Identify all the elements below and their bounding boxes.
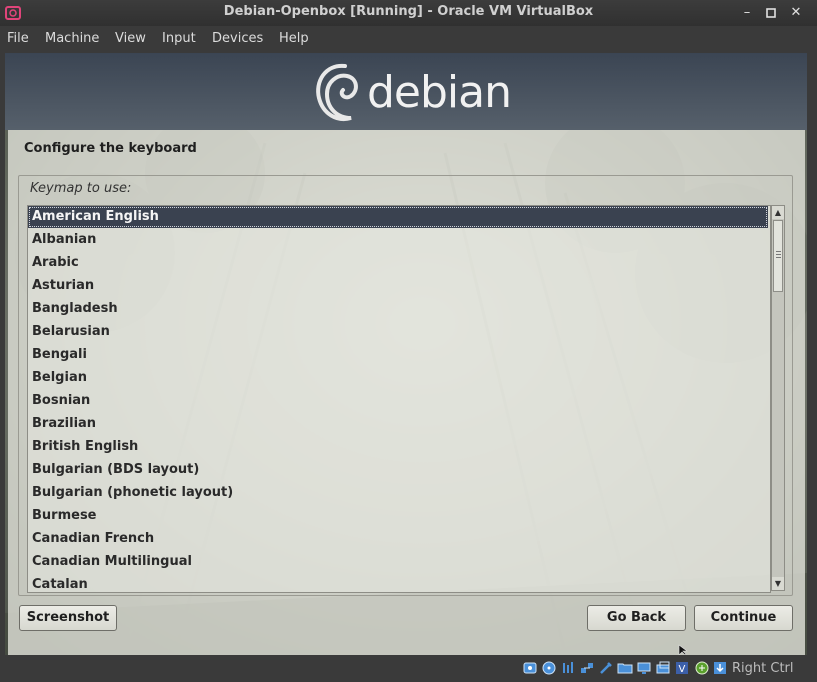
keymap-list[interactable]: American English Albanian Arabic Asturia… xyxy=(27,205,771,593)
keymap-item[interactable]: Bosnian xyxy=(28,390,768,412)
keymap-item[interactable]: Canadian French xyxy=(28,528,768,550)
usb-icon[interactable] xyxy=(598,660,614,676)
video-capture-icon[interactable] xyxy=(655,660,671,676)
audio-icon[interactable] xyxy=(560,660,576,676)
keymap-item[interactable]: Brazilian xyxy=(28,413,768,435)
keymap-item[interactable]: British English xyxy=(28,436,768,458)
optical-drive-icon[interactable] xyxy=(541,660,557,676)
menu-input[interactable]: Input xyxy=(162,31,196,46)
host-key-label: Right Ctrl xyxy=(732,661,794,676)
shared-folders-icon[interactable] xyxy=(617,660,633,676)
hard-disk-icon[interactable] xyxy=(522,660,538,676)
scrollbar-grip xyxy=(776,251,781,252)
scrollbar-thumb[interactable] xyxy=(773,220,783,292)
menu-view[interactable]: View xyxy=(115,31,146,46)
keymap-item[interactable]: Canadian Multilingual xyxy=(28,551,768,573)
menu-file[interactable]: File xyxy=(7,31,29,46)
title-bar[interactable]: Debian-Openbox [Running] - Oracle VM Vir… xyxy=(0,0,817,26)
keymap-frame: Keymap to use: American English Albanian… xyxy=(18,175,793,596)
debian-swirl-logo xyxy=(316,63,358,121)
keymap-item[interactable]: Asturian xyxy=(28,275,768,297)
keymap-item[interactable]: Catalan xyxy=(28,574,768,592)
keymap-item[interactable]: Belgian xyxy=(28,367,768,389)
menu-devices[interactable]: Devices xyxy=(212,31,263,46)
close-icon[interactable]: ✕ xyxy=(787,4,805,22)
menu-bar: File Machine View Input Devices Help xyxy=(0,26,817,53)
menu-machine[interactable]: Machine xyxy=(45,31,99,46)
status-bar: V Right Ctrl xyxy=(0,656,817,682)
svg-text:V: V xyxy=(679,664,686,675)
mouse-cursor-icon xyxy=(678,644,688,655)
keymap-item[interactable]: Albanian xyxy=(28,229,768,251)
continue-button[interactable]: Continue xyxy=(694,605,793,631)
keymap-item[interactable]: Bangladesh xyxy=(28,298,768,320)
virtualbox-window: Debian-Openbox [Running] - Oracle VM Vir… xyxy=(0,0,817,682)
virtualization-icon[interactable]: V xyxy=(674,660,690,676)
keymap-item[interactable]: Burmese xyxy=(28,505,768,527)
display-icon[interactable] xyxy=(636,660,652,676)
window-title: Debian-Openbox [Running] - Oracle VM Vir… xyxy=(223,4,594,19)
maximize-icon[interactable] xyxy=(762,4,780,22)
keymap-item[interactable]: Belarusian xyxy=(28,321,768,343)
vm-display[interactable]: debian Configure the keyboard Keymap to … xyxy=(5,53,807,655)
keymap-item[interactable]: Arabic xyxy=(28,252,768,274)
keymap-item[interactable]: Bengali xyxy=(28,344,768,366)
keymap-item-selected[interactable]: American English xyxy=(28,206,768,228)
screenshot-button[interactable]: Screenshot xyxy=(19,605,117,631)
keyboard-capture-icon[interactable] xyxy=(712,660,728,676)
keymap-label: Keymap to use: xyxy=(30,181,132,196)
keymap-item[interactable]: Bulgarian (BDS layout) xyxy=(28,459,768,481)
scrollbar-grip xyxy=(776,254,781,255)
network-icon[interactable] xyxy=(579,660,595,676)
page-title: Configure the keyboard xyxy=(24,141,197,156)
debian-wordmark: debian xyxy=(367,67,512,118)
keymap-scrollbar[interactable]: ▲ ▼ xyxy=(771,205,785,591)
installer-panel: Configure the keyboard Keymap to use: Am… xyxy=(8,130,805,655)
go-back-button[interactable]: Go Back xyxy=(587,605,686,631)
scrollbar-grip xyxy=(776,257,781,258)
keymap-item[interactable]: Bulgarian (phonetic layout) xyxy=(28,482,768,504)
minimize-icon[interactable]: – xyxy=(738,4,756,22)
scroll-down-arrow-icon[interactable]: ▼ xyxy=(772,577,784,590)
mouse-integration-icon[interactable] xyxy=(694,660,710,676)
menu-help[interactable]: Help xyxy=(279,31,309,46)
scroll-up-arrow-icon[interactable]: ▲ xyxy=(772,206,784,219)
